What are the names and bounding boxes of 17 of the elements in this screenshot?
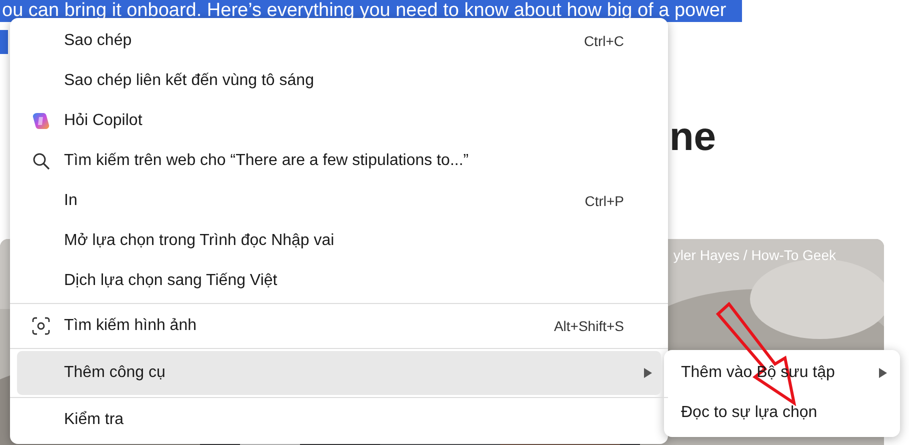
search-icon <box>32 152 50 170</box>
heading-text: ne <box>669 114 716 160</box>
menu-item[interactable]: In Ctrl+P <box>17 181 661 221</box>
menu-item[interactable]: Hỏi Copilot <box>17 101 661 141</box>
text-highlight <box>0 30 8 54</box>
photo-credit: yler Hayes / How-To Geek <box>673 247 836 263</box>
menu-item[interactable]: Sao chép Ctrl+C <box>17 21 661 61</box>
menu-item[interactable]: Đọc to sự lựa chọn <box>671 393 893 433</box>
menu-item[interactable]: Tìm kiếm trên web cho “There are a few stipulations to...” <box>17 141 661 181</box>
menu-item[interactable]: Dịch lựa chọn sang Tiếng Việt <box>17 261 661 301</box>
menu-item[interactable]: Mở lựa chọn trong Trình đọc Nhập vai <box>17 221 661 261</box>
visual-search-icon <box>32 317 50 335</box>
menu-item[interactable]: Kiểm tra <box>17 400 661 440</box>
copilot-icon <box>32 112 50 130</box>
menu-item[interactable]: Tìm kiếm hình ảnh Alt+Shift+S <box>17 306 661 346</box>
menu-item[interactable]: Sao chép liên kết đến vùng tô sáng <box>17 61 661 101</box>
menu-item[interactable]: Thêm công cụ <box>17 351 661 395</box>
